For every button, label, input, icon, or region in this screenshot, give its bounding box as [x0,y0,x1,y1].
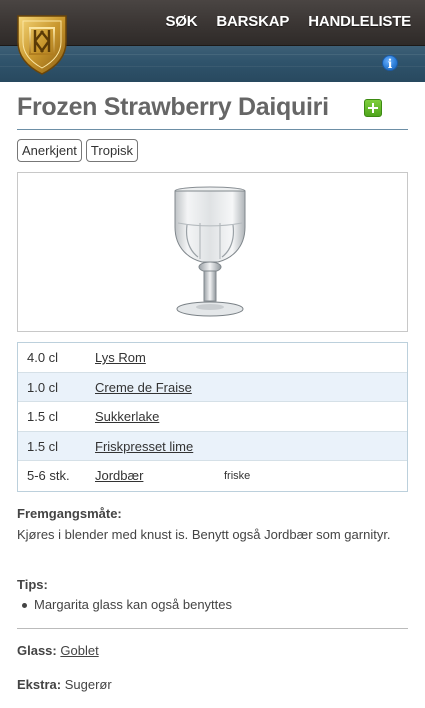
tag-tropisk[interactable]: Tropisk [85,139,139,162]
divider [17,628,408,629]
ingredient-amount: 1.5 cl [27,409,59,424]
nav-barskap[interactable]: BARSKAP [216,13,289,30]
ingredient-link[interactable]: Friskpresset lime [95,439,193,454]
glass-label: Glass: [17,643,57,658]
plus-icon[interactable] [364,99,382,117]
drink-image-box [17,172,408,332]
ingredient-amount: 5-6 stk. [27,468,70,483]
ingredient-amount: 1.0 cl [27,379,59,395]
glass-link[interactable]: Goblet [60,643,98,658]
method-section: Fremgangsmåte: Kjøres i blender med knus… [17,506,408,544]
tips-label: Tips: [17,577,48,592]
shield-logo-icon[interactable] [14,12,70,76]
ingredient-row: 1.5 cl Friskpresset lime [18,431,407,461]
title-row: Frozen Strawberry Daiquiri [17,93,408,130]
nav-sok[interactable]: SØK [166,13,198,30]
site-header: SØK BARSKAP HANDLELISTE i [0,0,425,82]
ingredient-link[interactable]: Lys Rom [95,350,146,365]
tips-list: Margarita glass kan også benyttes [17,597,408,612]
nav-handleliste[interactable]: HANDLELISTE [308,13,411,30]
ingredient-row: 5-6 stk. Jordbær friske [18,461,407,491]
main-nav: SØK BARSKAP HANDLELISTE [166,13,412,30]
tips-section: Tips: Margarita glass kan også benyttes [17,577,408,612]
method-text: Kjøres i blender med knust is. Benytt og… [17,527,391,542]
ingredient-note: friske [224,470,251,482]
tag-anerkjent[interactable]: Anerkjent [17,139,82,162]
ingredient-link[interactable]: Sukkerlake [95,409,159,424]
glass-info: Glass: Goblet [17,643,99,658]
page-title: Frozen Strawberry Daiquiri [17,93,329,121]
extra-label: Ekstra: [17,677,62,692]
tips-item: Margarita glass kan også benyttes [17,597,408,612]
ingredient-row: 1.5 cl Sukkerlake [18,402,407,432]
method-label: Fremgangsmåte: [17,506,122,521]
ingredient-list: 4.0 cl Lys Rom 1.0 cl Creme de Fraise 1.… [17,342,408,492]
extra-value: Sugerør [64,677,112,692]
ingredient-amount: 4.0 cl [27,350,59,365]
extra-info: Ekstra: Sugerør [17,677,112,692]
goblet-glass-image [174,186,246,317]
ingredient-row: 1.0 cl Creme de Fraise [18,372,407,402]
ingredient-link[interactable]: Creme de Fraise [95,380,192,395]
info-icon[interactable]: i [382,55,398,71]
ingredient-amount: 1.5 cl [27,438,59,454]
ingredient-row: 4.0 cl Lys Rom [18,343,407,373]
tag-list: Anerkjent Tropisk [17,139,139,162]
ingredient-link[interactable]: Jordbær [95,468,143,483]
